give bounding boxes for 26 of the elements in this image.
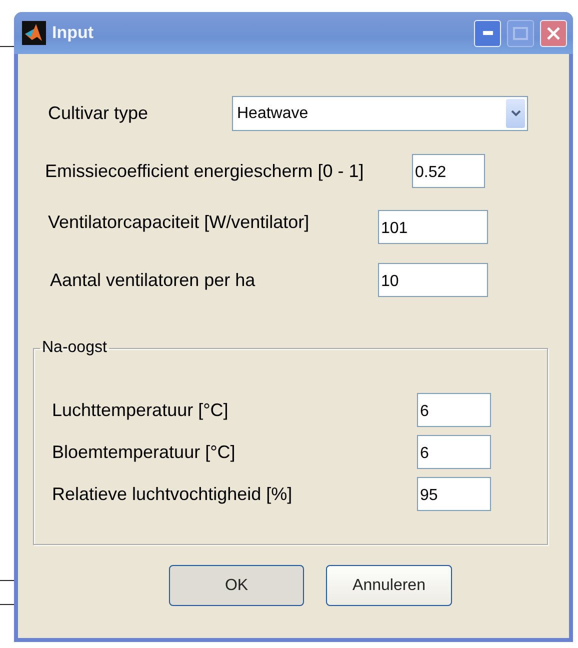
maximize-button[interactable] <box>507 20 534 46</box>
close-icon <box>546 26 561 40</box>
input-field[interactable]: 101 <box>378 210 488 244</box>
maximize-icon <box>513 26 528 40</box>
input-field[interactable]: 95 <box>417 477 491 511</box>
ok-button[interactable]: OK <box>169 565 304 606</box>
input-field[interactable]: 6 <box>417 393 491 427</box>
field-label: Aantal ventilatoren per ha <box>50 270 256 290</box>
input-field[interactable]: 10 <box>378 263 488 297</box>
input-field[interactable]: 0.52 <box>412 154 485 188</box>
group-title: Na-oogst <box>41 339 108 357</box>
cancel-button[interactable]: Annuleren <box>326 565 452 606</box>
field-label: Ventilatorcapaciteit [W/ventilator] <box>48 212 310 232</box>
close-button[interactable] <box>540 20 567 46</box>
field-label: Luchttemperatuur [°C] <box>52 400 230 420</box>
field-label: Emissiecoefficient energiescherm [0 - 1] <box>45 160 365 182</box>
minimize-icon <box>482 31 492 35</box>
field-label: Bloemtemperatuur [°C] <box>52 442 236 462</box>
app-logo-icon <box>22 21 46 45</box>
field-label: Relatieve luchtvochtigheid [%] <box>52 484 294 504</box>
cultivar-dropdown[interactable]: Heatwave <box>232 96 528 131</box>
window-title: Input <box>52 23 95 43</box>
field-label: Cultivar type <box>48 103 150 124</box>
chevron-down-icon <box>510 110 520 117</box>
minimize-button[interactable] <box>474 20 501 46</box>
input-field[interactable]: 6 <box>417 435 491 469</box>
